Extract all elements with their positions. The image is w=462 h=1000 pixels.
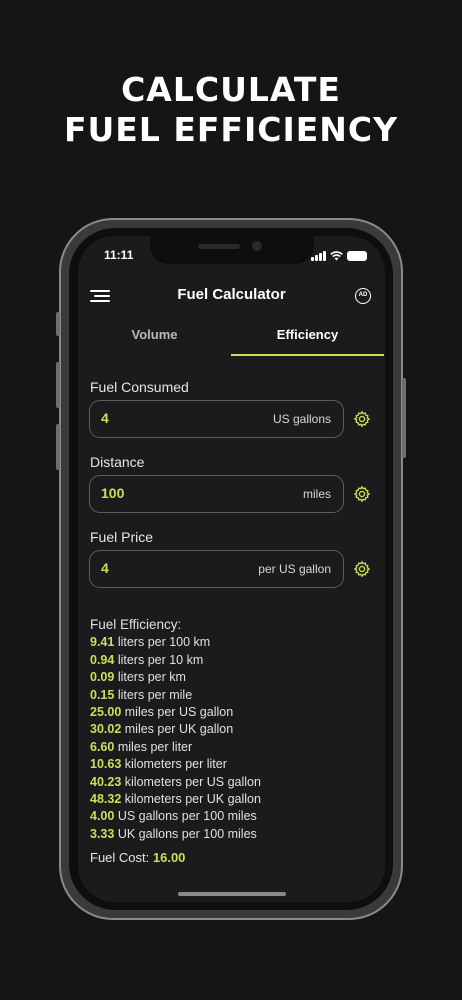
signal-icon [311,251,326,261]
distance-value: 100 [101,485,125,501]
tab-efficiency[interactable]: Efficiency [231,324,384,356]
result-row: 4.00 US gallons per 100 miles [90,808,261,825]
fuel-consumed-settings-gear-icon[interactable] [353,410,371,428]
result-unit: kilometers per liter [124,757,227,772]
results-panel: Fuel Efficiency: 9.41 liters per 100 km … [90,616,261,843]
headline-line-1: CALCULATE [121,70,341,109]
result-value: 3.33 [90,826,115,841]
result-row: 40.23 kilometers per US gallon [90,774,261,791]
battery-icon [347,251,367,261]
speaker-grille [198,244,240,249]
result-value: 25.00 [90,705,122,720]
front-camera [252,241,262,251]
result-unit: liters per 10 km [117,652,204,667]
result-unit: liters per 100 km [117,635,211,650]
headline-line-2: FUEL EFFICIENCY [63,110,399,149]
result-unit: liters per mile [117,687,193,702]
result-value: 9.41 [90,635,115,650]
status-icons [311,249,367,261]
home-indicator[interactable] [178,892,286,896]
phone-screen: 11:11 Fuel Calculator AD Volume Efficien… [78,236,385,902]
result-unit: miles per liter [117,739,193,754]
result-unit: miles per US gallon [124,705,234,720]
status-time: 11:11 [104,248,134,262]
wifi-icon [330,251,343,261]
fuel-consumed-value: 4 [101,410,109,426]
fuel-price-input[interactable]: 4 per US gallon [89,550,344,588]
result-unit: UK gallons per 100 miles [117,826,257,841]
result-row: 25.00 miles per US gallon [90,704,261,721]
result-row: 6.60 miles per liter [90,739,261,756]
distance-settings-gear-icon[interactable] [353,485,371,503]
app-title: Fuel Calculator [177,286,286,303]
result-unit: miles per UK gallon [124,722,234,737]
fuel-cost: Fuel Cost: 16.00 [90,850,185,865]
result-value: 10.63 [90,757,122,772]
result-row: 30.02 miles per UK gallon [90,721,261,738]
results-title: Fuel Efficiency: [90,617,182,632]
phone-volume-down [56,424,60,470]
phone-volume-up [56,362,60,408]
fuel-price-settings-gear-icon[interactable] [353,560,371,578]
tab-volume[interactable]: Volume [78,324,231,356]
result-row: 0.94 liters per 10 km [90,652,261,669]
result-value: 0.09 [90,670,115,685]
headline: CALCULATE FUEL EFFICIENCY [0,70,462,150]
fuel-cost-label: Fuel Cost: [90,850,150,865]
result-unit: liters per km [117,670,186,685]
result-unit: kilometers per US gallon [124,774,261,789]
result-row: 10.63 kilometers per liter [90,756,261,773]
app-topbar: Fuel Calculator AD [78,280,385,312]
fuel-consumed-label: Fuel Consumed [90,379,189,395]
remove-ads-icon[interactable]: AD [355,288,371,304]
notch [150,236,314,264]
result-value: 4.00 [90,809,115,824]
distance-label: Distance [90,454,145,470]
result-value: 48.32 [90,792,122,807]
result-row: 0.09 liters per km [90,669,261,686]
distance-unit: miles [302,487,331,501]
result-value: 40.23 [90,774,122,789]
fuel-price-label: Fuel Price [90,529,154,545]
result-value: 30.02 [90,722,122,737]
fuel-cost-value: 16.00 [152,850,186,865]
result-row: 48.32 kilometers per UK gallon [90,791,261,808]
result-unit: kilometers per UK gallon [124,792,261,807]
result-row: 9.41 liters per 100 km [90,634,261,651]
result-value: 0.94 [90,652,115,667]
fuel-consumed-unit: US gallons [272,412,331,426]
distance-input[interactable]: 100 miles [89,475,344,513]
result-unit: US gallons per 100 miles [117,809,257,824]
fuel-price-value: 4 [101,560,109,576]
fuel-consumed-input[interactable]: 4 US gallons [89,400,344,438]
phone-power-button [402,378,406,458]
result-row: 3.33 UK gallons per 100 miles [90,826,261,843]
tab-bar: Volume Efficiency [78,324,385,356]
result-value: 6.60 [90,739,115,754]
result-row: 0.15 liters per mile [90,687,261,704]
phone-mute-switch [56,312,60,336]
result-value: 0.15 [90,687,115,702]
fuel-price-unit: per US gallon [258,562,331,576]
